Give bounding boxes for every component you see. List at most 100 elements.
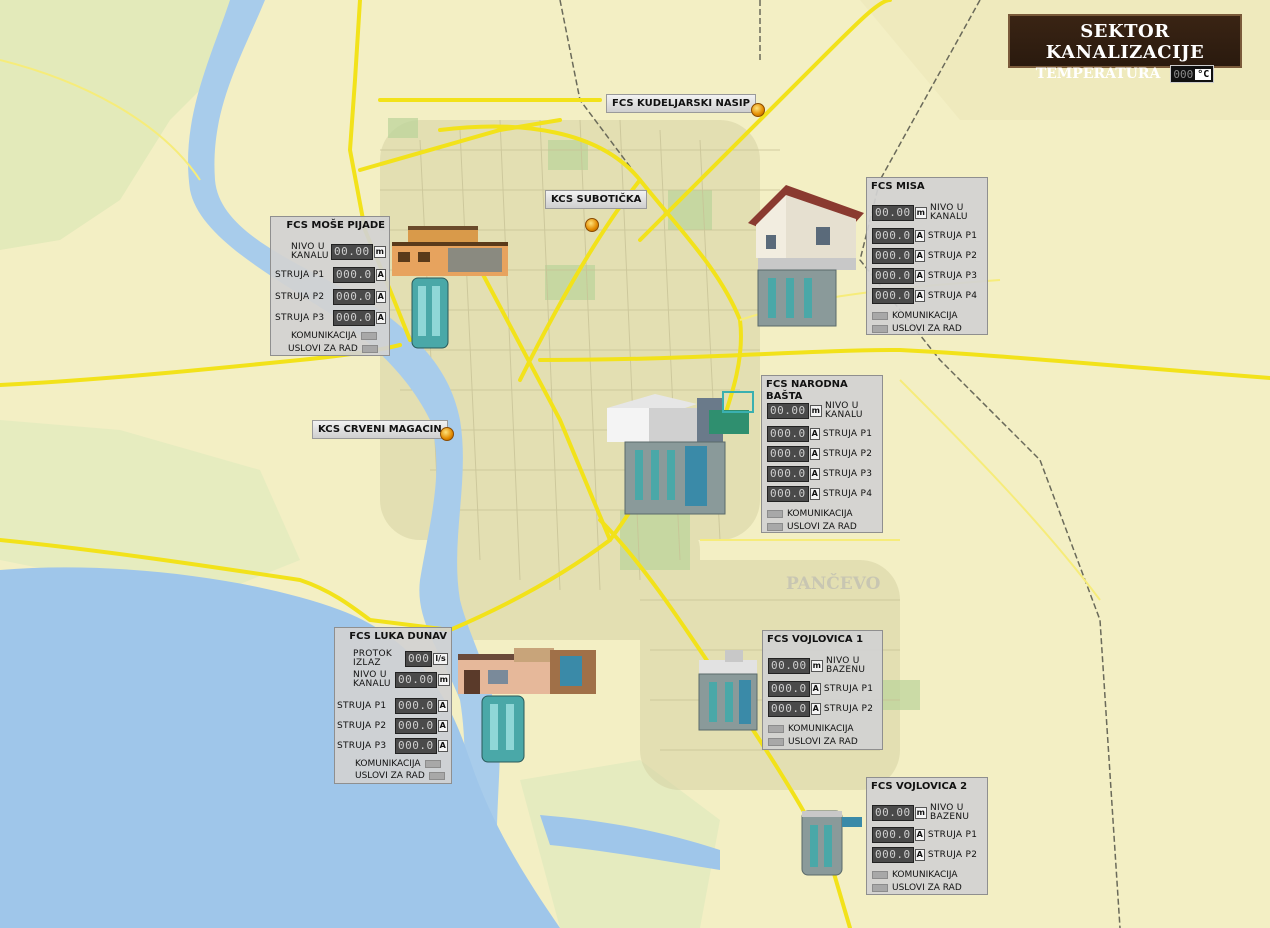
station-marker-crveni-magacin[interactable]: [440, 427, 454, 441]
site-label-kudeljarski[interactable]: FCS KUDELJARSKI NASIP: [606, 94, 756, 113]
building-luka-dunav[interactable]: [454, 640, 604, 764]
struja-p2-label: STRUJA P2: [927, 250, 978, 261]
struja-p1-label: STRUJA P1: [927, 829, 978, 840]
unit-a: A: [914, 250, 925, 262]
uslovi-label: USLOVI ZA RAD: [788, 737, 858, 747]
temperature-label: TEMPERATURA: [1035, 66, 1161, 82]
nivo-display: 00.00: [872, 205, 914, 221]
komunikacija-label: KOMUNIKACIJA: [788, 724, 854, 734]
struja-p2-label: STRUJA P2: [823, 703, 874, 714]
uslovi-label: USLOVI ZA RAD: [355, 771, 425, 781]
unit-ls: l/s: [433, 653, 448, 665]
building-vojlovica-2[interactable]: [798, 805, 864, 877]
panel-title: FCS VOJLOVICA 1: [767, 634, 864, 645]
panel-misa[interactable]: FCS MISA 00.00 m NIVO U KANALU 000.0 A STRUJ…: [866, 177, 988, 335]
unit-a: A: [437, 700, 448, 712]
sector-header: SEKTOR KANALIZACIJE TEMPERATURA 000 °C: [1008, 14, 1242, 83]
uslovi-label: USLOVI ZA RAD: [288, 344, 358, 354]
uslovi-indicator: [767, 523, 783, 531]
struja-p4-display: 000.0: [872, 288, 914, 304]
struja-p1-label: STRUJA P1: [337, 700, 387, 711]
panel-vojlovica-1[interactable]: FCS VOJLOVICA 1 00.00 m NIVO U BAZENU 000.…: [762, 630, 883, 750]
building-mose-pijade[interactable]: [388, 222, 513, 352]
station-marker-suboticka[interactable]: [585, 218, 599, 232]
struja-p3-label: STRUJA P3: [275, 312, 325, 323]
komunikacija-label: KOMUNIKACIJA: [787, 509, 853, 519]
unit-a: A: [375, 291, 386, 303]
site-label-suboticka[interactable]: KCS SUBOTIČKA: [545, 190, 648, 209]
city-label: PANČEVO: [786, 573, 881, 594]
unit-a: A: [914, 829, 925, 841]
unit-a: A: [914, 270, 925, 282]
site-label-crveni-magacin[interactable]: KCS CRVENI MAGACIN: [312, 420, 448, 439]
nivo-label: NIVO U KANALU: [929, 203, 968, 222]
temperature-value: 000: [1173, 67, 1194, 81]
panel-title: FCS LUKA DUNAV: [349, 631, 447, 642]
komunikacija-label: KOMUNIKACIJA: [892, 870, 958, 880]
unit-m: m: [914, 207, 927, 219]
unit-a: A: [810, 703, 821, 715]
building-misa[interactable]: [746, 183, 866, 328]
komunikacija-indicator: [360, 332, 377, 340]
building-vojlovica-1[interactable]: [695, 648, 761, 734]
struja-p2-label: STRUJA P2: [822, 448, 873, 459]
panel-title: FCS MOŠE PIJADE: [286, 220, 385, 231]
building-narodna-basta[interactable]: [605, 390, 760, 518]
struja-p3-label: STRUJA P3: [822, 468, 873, 479]
struja-p1-label: STRUJA P1: [822, 428, 873, 439]
struja-p4-label: STRUJA P4: [927, 290, 978, 301]
nivo-display: 00.00: [331, 244, 373, 260]
temperature-display: 000 °C: [1170, 65, 1215, 83]
komunikacija-indicator: [767, 510, 783, 518]
struja-p1-display: 000.0: [872, 827, 914, 843]
uslovi-indicator: [872, 325, 888, 333]
uslovi-indicator: [428, 772, 445, 780]
komunikacija-indicator: [872, 312, 888, 320]
struja-p1-display: 000.0: [768, 681, 810, 697]
nivo-display: 00.00: [767, 403, 809, 419]
station-marker-kudeljarski[interactable]: [751, 103, 765, 117]
nivo-display: 00.00: [872, 805, 914, 821]
panel-mose-pijade[interactable]: FCS MOŠE PIJADE NIVO U KANALU 00.00 m STRU…: [270, 216, 390, 356]
nivo-display: 00.00: [768, 658, 810, 674]
panel-narodna-basta[interactable]: FCS NARODNA BAŠTA 00.00 m NIVO U KANALU 00…: [761, 375, 883, 533]
struja-p1-display: 000.0: [333, 267, 375, 283]
nivo-label: NIVO U KANALU: [824, 401, 863, 420]
komunikacija-indicator: [424, 760, 441, 768]
unit-a: A: [810, 683, 821, 695]
komunikacija-indicator: [768, 725, 784, 733]
unit-a: A: [809, 468, 820, 480]
unit-m: m: [809, 405, 822, 417]
unit-m: m: [810, 660, 823, 672]
struja-p3-display: 000.0: [333, 310, 375, 326]
unit-a: A: [375, 312, 386, 324]
struja-p4-display: 000.0: [767, 486, 809, 502]
unit-a: A: [809, 488, 820, 500]
uslovi-label: USLOVI ZA RAD: [787, 522, 857, 532]
unit-a: A: [809, 448, 820, 460]
uslovi-indicator: [768, 738, 784, 746]
struja-p2-display: 000.0: [395, 718, 437, 734]
unit-a: A: [437, 740, 448, 752]
struja-p2-label: STRUJA P2: [927, 849, 978, 860]
komunikacija-label: KOMUNIKACIJA: [892, 311, 958, 321]
komunikacija-label: KOMUNIKACIJA: [291, 331, 357, 341]
unit-a: A: [914, 230, 925, 242]
struja-p2-label: STRUJA P2: [275, 291, 325, 302]
panel-luka-dunav[interactable]: FCS LUKA DUNAV PROTOK IZLAZ 000 l/s NIVO U…: [334, 627, 452, 784]
struja-p1-label: STRUJA P1: [823, 683, 874, 694]
struja-p1-label: STRUJA P1: [927, 230, 978, 241]
uslovi-label: USLOVI ZA RAD: [892, 883, 962, 893]
sector-title: SEKTOR KANALIZACIJE: [1045, 21, 1205, 63]
struja-p1-display: 000.0: [395, 698, 437, 714]
struja-p3-display: 000.0: [872, 268, 914, 284]
struja-p1-display: 000.0: [872, 228, 914, 244]
nivo-label: NIVO U BAZENU: [825, 656, 866, 675]
panel-vojlovica-2[interactable]: FCS VOJLOVICA 2 00.00 m NIVO U BAZENU 000.…: [866, 777, 988, 895]
temperature-unit: °C: [1195, 68, 1212, 80]
uslovi-indicator: [361, 345, 378, 353]
unit-a: A: [914, 290, 925, 302]
struja-p4-label: STRUJA P4: [822, 488, 873, 499]
nivo-label: NIVO U BAZENU: [929, 803, 970, 822]
uslovi-indicator: [872, 884, 888, 892]
